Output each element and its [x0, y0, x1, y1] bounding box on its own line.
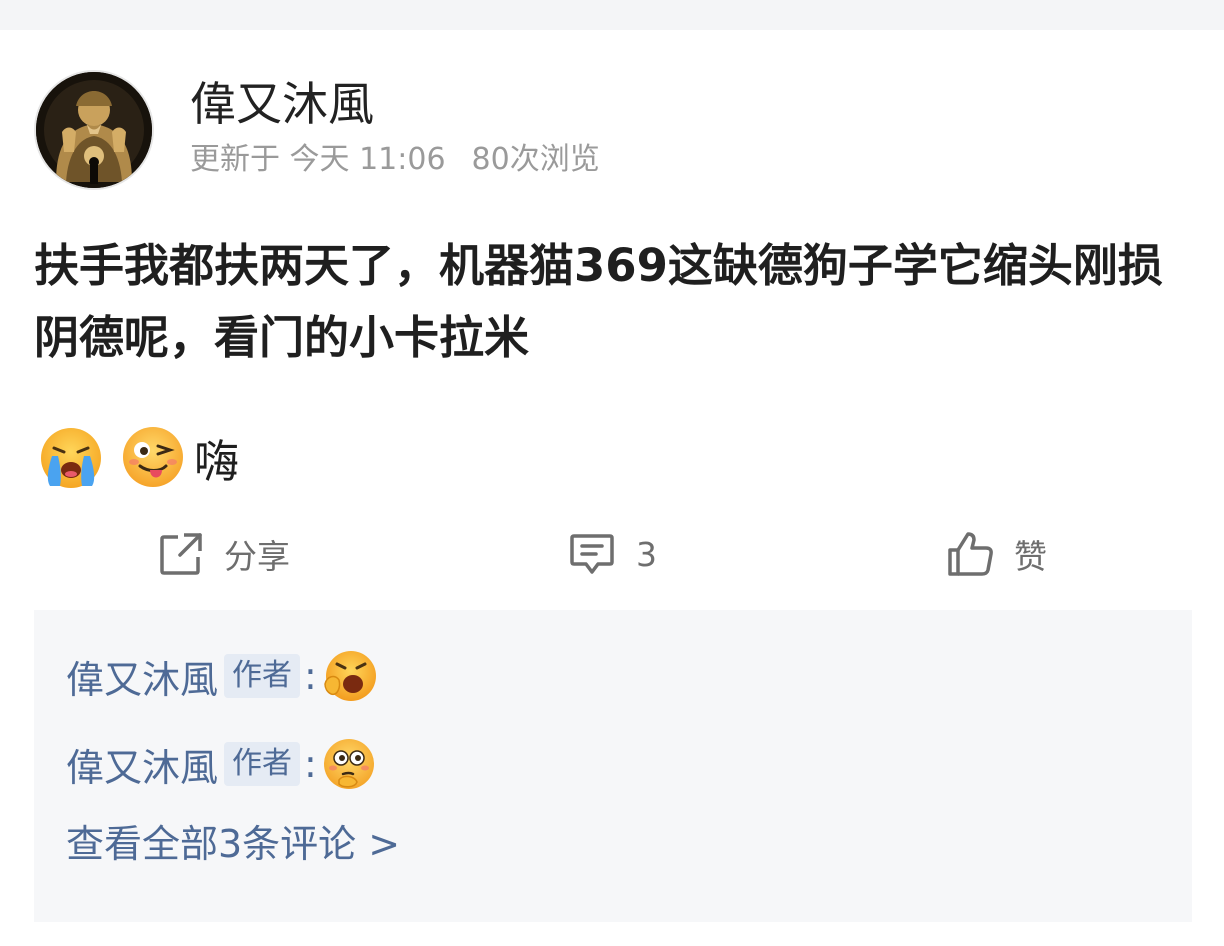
- comment-separator: :: [304, 742, 317, 786]
- author-badge: 作者: [224, 654, 301, 698]
- thinking-wide-eyed-face-emoji-icon: [323, 739, 374, 789]
- post-text-suffix: 嗨: [194, 434, 240, 488]
- comment-author[interactable]: 偉又沐風: [66, 737, 218, 792]
- winking-tongue-face-emoji-icon: [123, 427, 183, 487]
- yawning-face-emoji-icon: [324, 651, 376, 701]
- share-button[interactable]: 分享: [158, 526, 290, 582]
- comment-button[interactable]: 3: [568, 526, 657, 582]
- author-name[interactable]: 偉又沐風: [190, 74, 374, 134]
- avatar-image: [36, 72, 152, 188]
- avatar[interactable]: [34, 70, 154, 190]
- like-button[interactable]: 赞: [946, 526, 1047, 582]
- post-meta: 更新于 今天 11:06 80次浏览: [190, 140, 600, 180]
- comment-author[interactable]: 偉又沐風: [66, 649, 218, 704]
- post-emoji-line: 嗨: [38, 422, 239, 492]
- comment-item[interactable]: 偉又沐風 作者 :: [66, 736, 377, 792]
- comment-icon: [570, 534, 614, 574]
- comment-count: 3: [636, 534, 657, 574]
- updated-time: 更新于 今天 11:06: [190, 142, 446, 177]
- author-badge: 作者: [224, 742, 301, 786]
- post-title: 扶手我都扶两天了，机器猫369这缺德狗子学它缩头刚损阴德呢，看门的小卡拉米: [34, 239, 1163, 364]
- view-all-comments-link[interactable]: 查看全部3条评论 >: [66, 816, 400, 872]
- comment-item[interactable]: 偉又沐風 作者 :: [66, 648, 377, 704]
- like-label: 赞: [1014, 537, 1047, 576]
- top-separator-bar: [0, 0, 1224, 30]
- share-label: 分享: [224, 537, 290, 576]
- comment-separator: :: [304, 654, 317, 698]
- share-icon: [160, 533, 202, 575]
- view-count: 80次浏览: [471, 142, 600, 177]
- thumbs-up-icon: [948, 532, 993, 576]
- crying-face-emoji-icon: [41, 428, 101, 488]
